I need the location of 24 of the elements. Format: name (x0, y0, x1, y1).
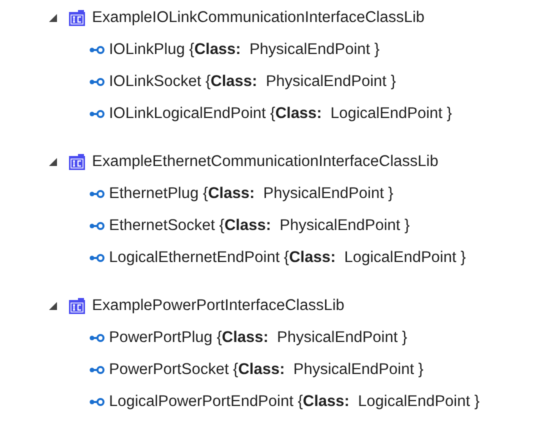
library-name[interactable]: ExampleEthernetCommunicationInterfaceClassLib (92, 153, 438, 171)
interface-class-item[interactable]: IOLinkPlug {Class: PhysicalEndPoint } (109, 41, 380, 59)
class-library-icon (68, 297, 86, 315)
connector-icon (89, 45, 105, 55)
interface-class-item[interactable]: PowerPortSocket {Class: PhysicalEndPoint } (109, 361, 424, 379)
interface-class-item[interactable]: LogicalEthernetEndPoint {Class: LogicalEndPoint } (109, 249, 466, 267)
class-library-icon (68, 9, 86, 27)
connector-icon (89, 189, 105, 199)
interface-class-item[interactable]: PowerPortPlug {Class: PhysicalEndPoint } (109, 329, 408, 347)
connector-icon (89, 109, 105, 119)
interface-class-item[interactable]: IOLinkSocket {Class: PhysicalEndPoint } (109, 73, 396, 91)
interface-class-item[interactable]: LogicalPowerPortEndPoint {Class: LogicalEndPoint } (109, 393, 480, 411)
interface-class-item[interactable]: IOLinkLogicalEndPoint {Class: LogicalEndPoint } (109, 105, 452, 123)
library-name[interactable]: ExamplePowerPortInterfaceClassLib (92, 297, 344, 315)
connector-icon (89, 221, 105, 231)
interface-class-item[interactable]: EthernetSocket {Class: PhysicalEndPoint } (109, 217, 410, 235)
library-name[interactable]: ExampleIOLinkCommunicationInterfaceClassLib (92, 9, 425, 27)
connector-icon (89, 253, 105, 263)
connector-icon (89, 365, 105, 375)
connector-icon (89, 333, 105, 343)
interface-class-item[interactable]: EthernetPlug {Class: PhysicalEndPoint } (109, 185, 394, 203)
connector-icon (89, 77, 105, 87)
connector-icon (89, 397, 105, 407)
class-library-icon (68, 153, 86, 171)
